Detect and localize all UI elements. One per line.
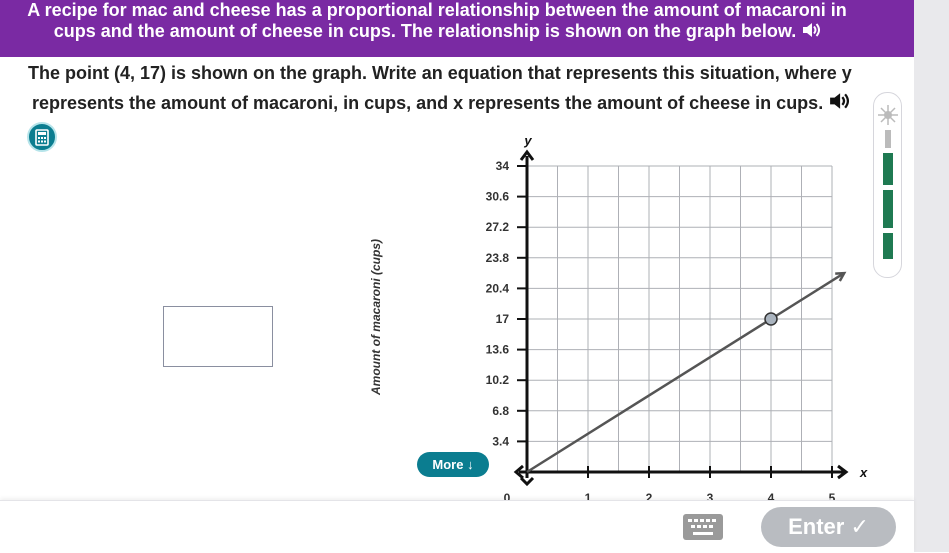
- x-tick-label: 4: [768, 491, 775, 500]
- calculator-icon: [35, 129, 49, 146]
- data-point[interactable]: [764, 312, 778, 326]
- tool-bar-1[interactable]: [883, 153, 893, 185]
- arrow-down-icon: ↓: [467, 457, 474, 472]
- tool-bar-inactive: [885, 130, 891, 148]
- x-tick-label: 5: [829, 491, 836, 500]
- y-axis-title: Amount of macaroni (cups): [369, 239, 383, 396]
- prompt-line-2: represents the amount of macaroni, in cu…: [32, 93, 824, 113]
- y-tick-label: 34: [496, 159, 510, 173]
- y-tick-label: 6.8: [492, 404, 509, 418]
- more-button[interactable]: More ↓: [417, 452, 489, 477]
- x-tick-label: 2: [646, 491, 653, 500]
- coordinate-graph[interactable]: 3.46.810.213.61720.423.827.230.634 01234…: [440, 128, 870, 500]
- calculator-button[interactable]: [27, 122, 57, 152]
- x-tick-label: 0: [504, 491, 511, 500]
- y-tick-label: 30.6: [486, 190, 510, 204]
- axes: [513, 149, 849, 487]
- y-tick-label: 13.6: [486, 343, 510, 357]
- grid: [527, 165, 833, 472]
- y-tick-label: 20.4: [486, 281, 510, 295]
- series-line: [526, 272, 845, 474]
- x-tick-label: 3: [707, 491, 714, 500]
- question-line-1: A recipe for mac and cheese has a propor…: [27, 0, 847, 20]
- series: [526, 271, 847, 474]
- speaker-icon[interactable]: [802, 22, 821, 43]
- y-tick-label: 27.2: [486, 220, 510, 234]
- x-axis-label: x: [859, 465, 868, 480]
- question-text: A recipe for mac and cheese has a propor…: [20, 0, 854, 43]
- y-tick-label: 23.8: [486, 251, 510, 265]
- y-ticks: 3.4 6.8 10.2 13.6 17 20.4 23.8 27.2 30.6 34: [486, 159, 527, 448]
- y-tick-label: 3.4: [492, 434, 509, 448]
- y-axis-arrow-bottom: [519, 476, 535, 487]
- speaker-icon[interactable]: [829, 89, 850, 119]
- tools-panel[interactable]: [873, 92, 902, 278]
- x-tick-label: 1: [585, 491, 592, 500]
- enter-button[interactable]: Enter ✓: [761, 507, 896, 547]
- question-line-2: cups and the amount of cheese in cups. T…: [53, 21, 797, 41]
- tool-bar-2[interactable]: [883, 190, 893, 228]
- right-margin: [914, 0, 949, 552]
- more-button-label: More: [432, 457, 464, 472]
- sparkle-icon: [878, 105, 898, 125]
- keyboard-icon[interactable]: [683, 514, 723, 540]
- answer-input[interactable]: [163, 306, 273, 367]
- question-header: A recipe for mac and cheese has a propor…: [0, 0, 914, 57]
- prompt-line-1: The point (4, 17) is shown on the graph.…: [28, 63, 852, 83]
- tool-bar-3[interactable]: [883, 233, 893, 259]
- y-tick-label: 10.2: [486, 373, 510, 387]
- y-axis-label: y: [523, 133, 532, 148]
- points[interactable]: [764, 312, 778, 326]
- y-tick-label: 17: [496, 312, 510, 326]
